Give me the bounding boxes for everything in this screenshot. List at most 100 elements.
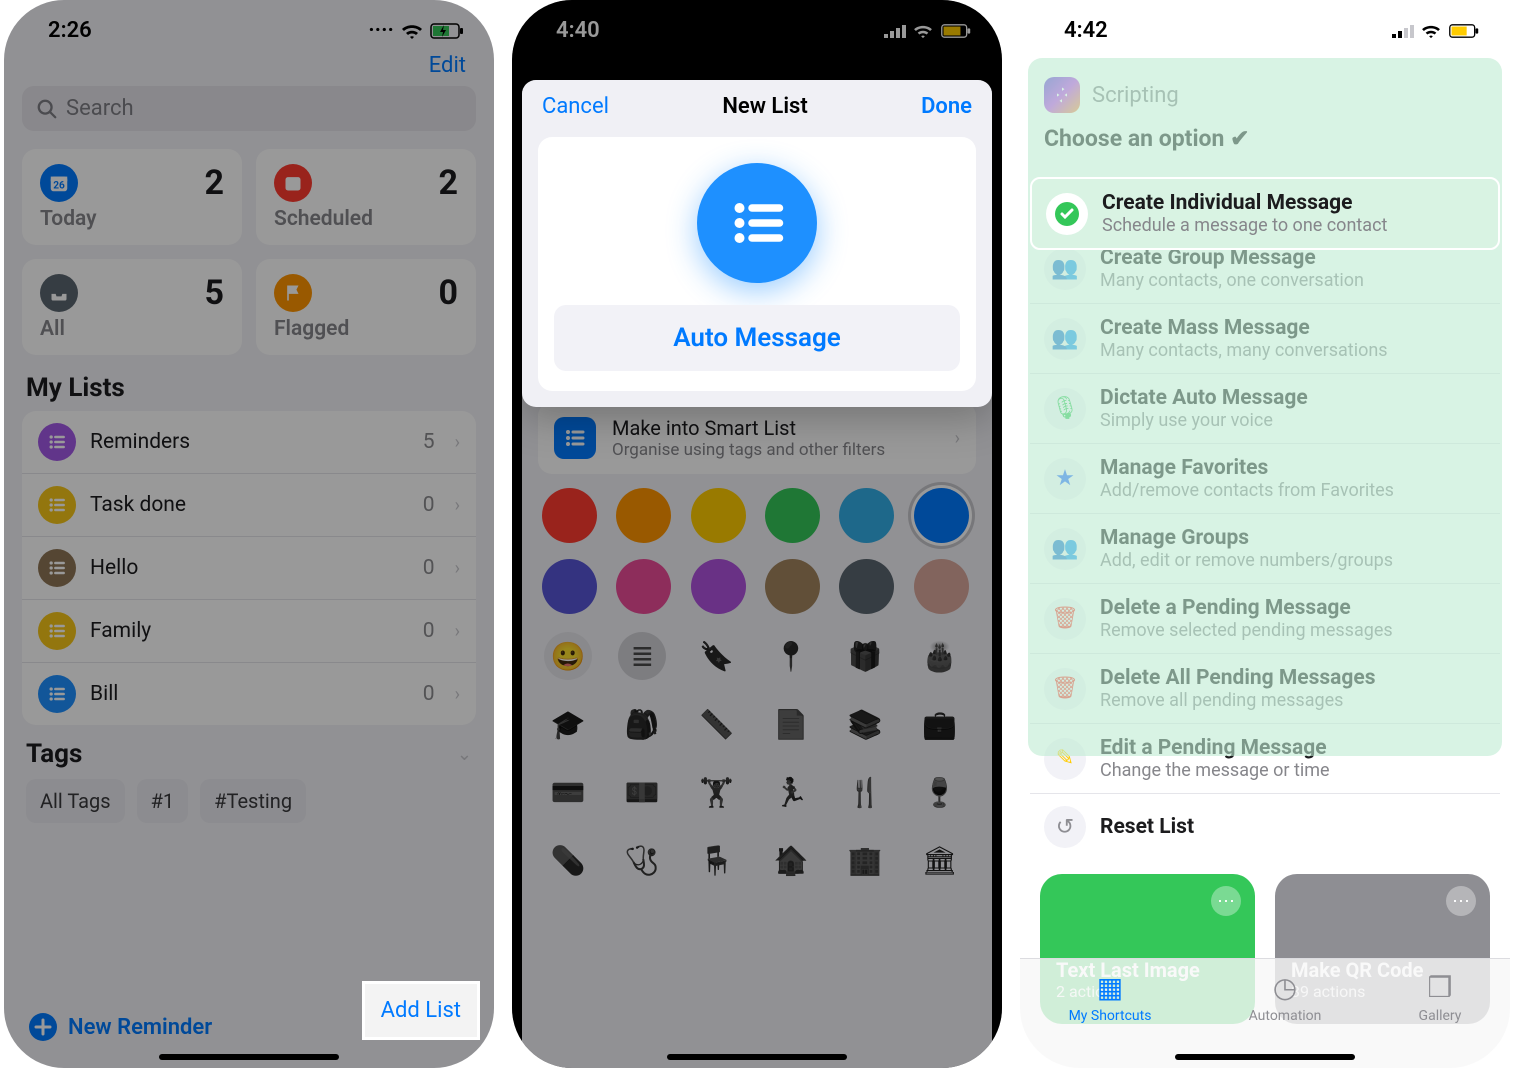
icon-choice[interactable]: 🏋 [693, 768, 741, 816]
icon-choice[interactable]: 😀 [544, 632, 592, 680]
option-create-individual-message[interactable]: Create Individual Message Schedule a mes… [1030, 177, 1500, 250]
stack-icon: ❒ [1419, 971, 1462, 1004]
color-swatch[interactable] [839, 559, 894, 614]
list-row[interactable]: Hello 0 › [22, 536, 476, 599]
color-swatch[interactable] [542, 559, 597, 614]
icon-choice[interactable]: 🏃 [767, 768, 815, 816]
status-time: 4:42 [1064, 18, 1108, 43]
battery-icon [940, 23, 972, 39]
clock-icon: ◷ [1249, 971, 1322, 1004]
icon-choice[interactable]: 💳 [544, 768, 592, 816]
option-subtitle: Simply use your voice [1100, 410, 1308, 431]
smart-list-option[interactable]: Make into Smart List Organise using tags… [538, 402, 976, 474]
edit-button[interactable]: Edit [429, 53, 466, 78]
home-indicator[interactable] [1175, 1054, 1355, 1060]
list-row[interactable]: Task done 0 › [22, 473, 476, 536]
option-row[interactable]: 🗑 Delete All Pending MessagesRemove all … [1030, 653, 1500, 723]
list-count: 5 [423, 430, 435, 454]
chevron-down-icon[interactable]: ⌄ [457, 744, 472, 765]
today-card[interactable]: 26 2 Today [22, 149, 242, 245]
option-row[interactable]: ↺ Reset List [1030, 793, 1500, 860]
icon-choice[interactable]: 📏 [693, 700, 741, 748]
icon-choice[interactable]: 🍴 [841, 768, 889, 816]
icon-choice[interactable]: 🏠 [767, 836, 815, 884]
option-title: Edit a Pending Message [1100, 736, 1330, 760]
option-subtitle: Remove all pending messages [1100, 690, 1376, 711]
home-indicator[interactable] [159, 1054, 339, 1060]
option-row[interactable]: ★ Manage FavoritesAdd/remove contacts fr… [1030, 443, 1500, 513]
icon-choice[interactable]: 💊 [544, 836, 592, 884]
icon-choice[interactable]: 🏛 [916, 836, 964, 884]
tile-menu-icon[interactable]: ⋯ [1211, 886, 1241, 916]
search-field[interactable]: Search [22, 86, 476, 131]
list-name: Reminders [90, 430, 409, 454]
icon-choice[interactable]: 🎁 [841, 632, 889, 680]
option-row[interactable]: 🗑 Delete a Pending MessageRemove selecte… [1030, 583, 1500, 653]
option-title: Delete All Pending Messages [1100, 666, 1376, 690]
new-list-modal: Cancel New List Done Auto Message [522, 80, 992, 407]
icon-choice[interactable]: 🪑 [693, 836, 741, 884]
color-swatch[interactable] [914, 488, 969, 543]
new-list-modal-screen: 4:40 Make into Smart List Organise using… [512, 0, 1002, 1068]
icon-choice[interactable]: 💵 [618, 768, 666, 816]
tile-menu-icon[interactable]: ⋯ [1446, 886, 1476, 916]
home-indicator[interactable] [667, 1054, 847, 1060]
list-row[interactable]: Family 0 › [22, 599, 476, 662]
tab-my-shortcuts[interactable]: ▦My Shortcuts [1069, 971, 1152, 1024]
check-circle-icon [1046, 193, 1088, 235]
icon-choice[interactable]: 🎂 [916, 632, 964, 680]
new-reminder-button[interactable]: New Reminder [28, 1012, 212, 1042]
done-button[interactable]: Done [921, 94, 972, 119]
option-row[interactable]: ✎ Edit a Pending MessageChange the messa… [1030, 723, 1500, 793]
option-subtitle: Schedule a message to one contact [1102, 215, 1387, 236]
option-row[interactable]: 👥 Manage GroupsAdd, edit or remove numbe… [1030, 513, 1500, 583]
color-swatch[interactable] [616, 559, 671, 614]
option-row[interactable]: 🎙 Dictate Auto MessageSimply use your vo… [1030, 373, 1500, 443]
all-card[interactable]: 5 All [22, 259, 242, 355]
status-icons: ···· [368, 18, 464, 43]
list-row[interactable]: Reminders 5 › [22, 411, 476, 473]
cancel-button[interactable]: Cancel [542, 94, 609, 119]
option-subtitle: Add/remove contacts from Favorites [1100, 480, 1394, 501]
icon-choice[interactable]: 🎓 [544, 700, 592, 748]
status-bar: 4:42 [1020, 0, 1510, 53]
status-icons [1392, 23, 1480, 39]
icon-choice[interactable]: 💼 [916, 700, 964, 748]
color-swatch[interactable] [839, 488, 894, 543]
icon-choice[interactable]: 🏢 [841, 836, 889, 884]
add-list-button[interactable]: Add List [362, 981, 480, 1040]
option-icon: ✎ [1044, 738, 1086, 780]
icon-choice[interactable]: 🍷 [916, 768, 964, 816]
color-swatch[interactable] [691, 488, 746, 543]
flagged-card[interactable]: 0 Flagged [256, 259, 476, 355]
option-icon: 🗑 [1044, 668, 1086, 710]
list-icon-preview [697, 163, 817, 283]
color-swatch[interactable] [542, 488, 597, 543]
icon-choice[interactable]: 📚 [841, 700, 889, 748]
tab-automation[interactable]: ◷Automation [1249, 971, 1322, 1024]
choose-option-heading: Choose an option ✔ [1020, 123, 1510, 164]
icon-choice[interactable]: 🔖 [693, 632, 741, 680]
scheduled-card[interactable]: 2 Scheduled [256, 149, 476, 245]
color-swatch[interactable] [765, 488, 820, 543]
icon-choice[interactable]: ≣ [618, 632, 666, 680]
tag-chip[interactable]: All Tags [26, 779, 125, 823]
tag-chip[interactable]: #1 [137, 779, 189, 823]
tag-chip[interactable]: #Testing [200, 779, 306, 823]
color-swatch[interactable] [914, 559, 969, 614]
color-swatch[interactable] [765, 559, 820, 614]
option-icon: ↺ [1044, 806, 1086, 848]
color-swatch[interactable] [691, 559, 746, 614]
scheduled-count: 2 [438, 163, 458, 203]
icon-choice[interactable]: 📍 [767, 632, 815, 680]
icon-choice[interactable]: 📄 [767, 700, 815, 748]
flagged-label: Flagged [274, 317, 458, 341]
svg-text:26: 26 [53, 181, 65, 192]
tab-gallery[interactable]: ❒Gallery [1419, 971, 1462, 1024]
list-row[interactable]: Bill 0 › [22, 662, 476, 725]
icon-choice[interactable]: 🎒 [618, 700, 666, 748]
color-swatch[interactable] [616, 488, 671, 543]
icon-choice[interactable]: 🩺 [618, 836, 666, 884]
option-row[interactable]: 👥 Create Mass MessageMany contacts, many… [1030, 303, 1500, 373]
list-name-input[interactable]: Auto Message [554, 305, 960, 371]
